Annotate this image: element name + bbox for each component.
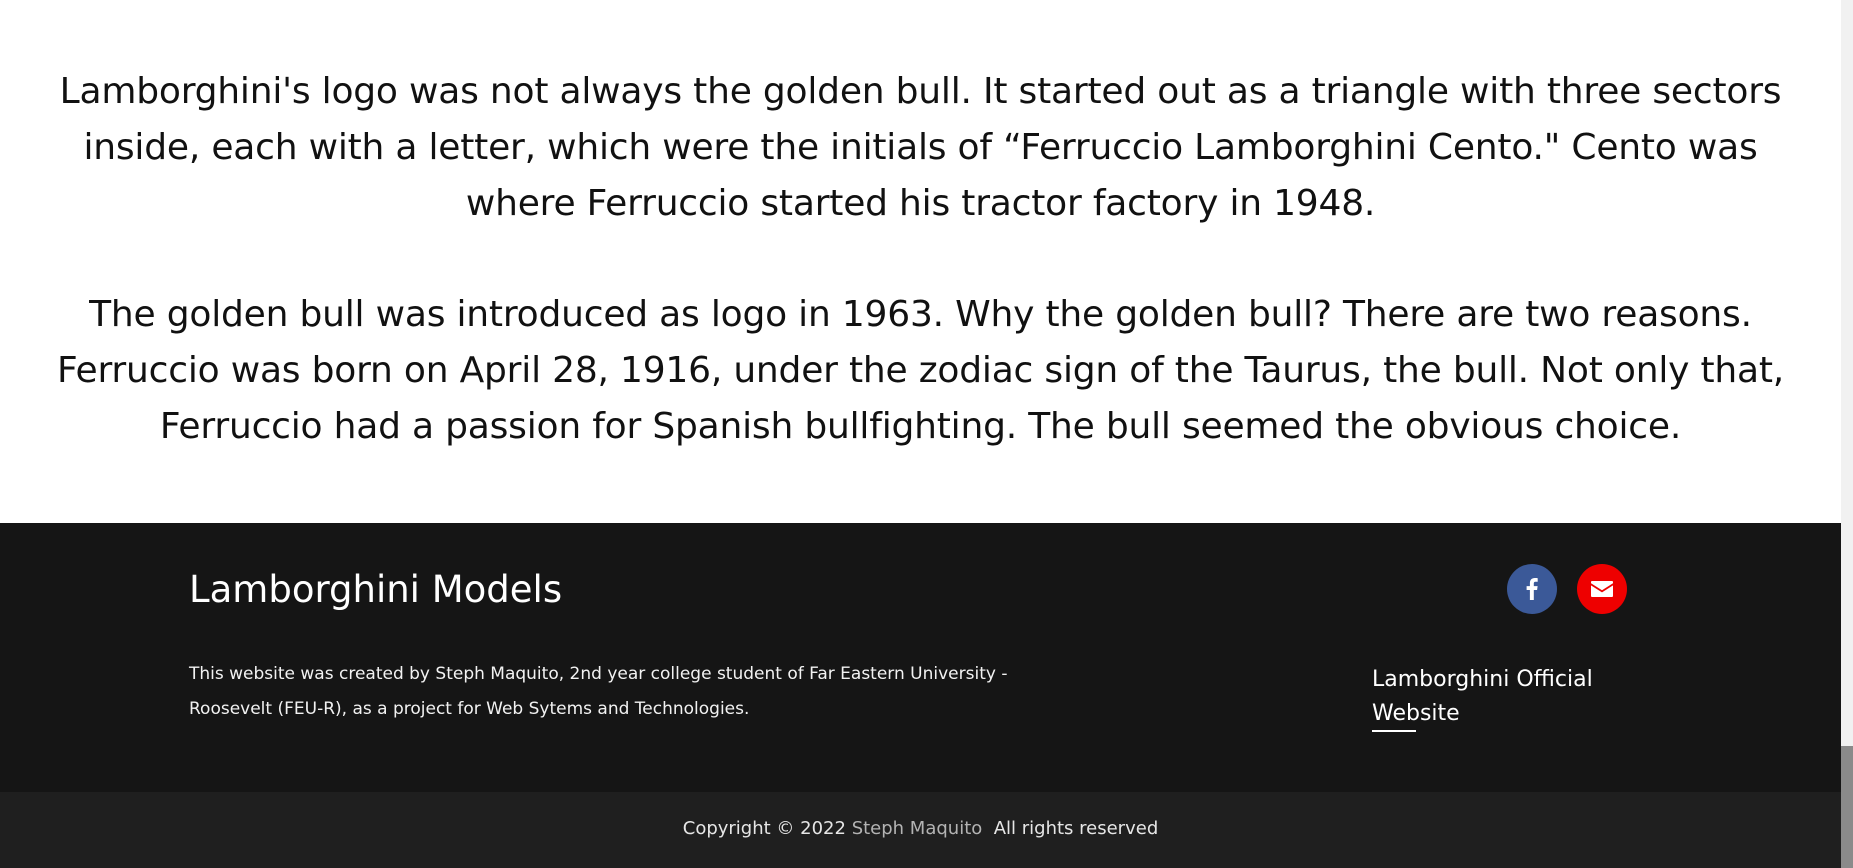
facebook-icon (1526, 578, 1538, 600)
copyright-prefix: Copyright © 2022 (682, 818, 852, 839)
copyright-suffix: All rights reserved (982, 818, 1159, 839)
envelope-icon (1591, 581, 1613, 597)
page: Lamborghini's logo was not always the go… (0, 0, 1853, 868)
copyright-text: Copyright © 2022 Steph Maquito All right… (0, 817, 1841, 841)
scrollbar-track[interactable] (1841, 0, 1853, 868)
lamborghini-official-website-link[interactable]: Lamborghini Official Website (1372, 663, 1612, 731)
email-button[interactable] (1577, 564, 1627, 614)
footer: Lamborghini Models This website was crea… (0, 523, 1841, 792)
facebook-button[interactable] (1507, 564, 1557, 614)
logo-history-paragraph: Lamborghini's logo was not always the go… (59, 71, 1782, 224)
link-underline (1372, 730, 1416, 732)
golden-bull-paragraph: The golden bull was introduced as logo i… (56, 294, 1785, 447)
main-content: Lamborghini's logo was not always the go… (0, 0, 1841, 523)
copyright-bar: Copyright © 2022 Steph Maquito All right… (0, 792, 1841, 868)
footer-title: Lamborghini Models (189, 568, 563, 611)
copyright-author-link[interactable]: Steph Maquito (852, 818, 983, 839)
footer-description: This website was created by Steph Maquit… (189, 664, 1008, 719)
scrollbar-thumb[interactable] (1841, 746, 1853, 868)
